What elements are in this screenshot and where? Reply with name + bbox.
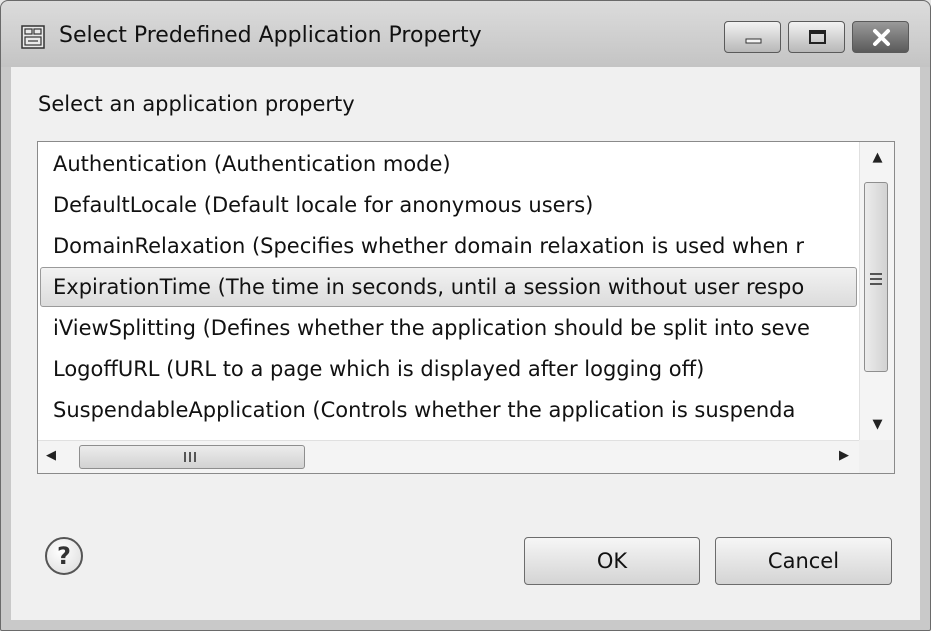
grip-line	[870, 278, 882, 280]
grip-line	[189, 452, 191, 462]
dialog-prompt: Select an application property	[38, 92, 355, 116]
list-item[interactable]: Authentication (Authentication mode)	[40, 144, 857, 184]
list-item-selected[interactable]: ExpirationTime (The time in seconds, unt…	[40, 267, 857, 307]
minimize-icon	[745, 38, 762, 44]
close-icon	[873, 29, 890, 46]
ok-button[interactable]: OK	[524, 537, 700, 585]
vertical-scrollbar[interactable]: ▲ ▼	[859, 142, 894, 440]
close-button[interactable]	[852, 21, 909, 53]
title-bar[interactable]: Select Predefined Application Property	[1, 1, 930, 67]
help-icon[interactable]: ?	[45, 537, 83, 575]
list-item[interactable]: LogoffURL (URL to a page which is displa…	[40, 349, 857, 389]
list-item[interactable]: iViewSplitting (Defines whether the appl…	[40, 308, 857, 348]
grip-line	[870, 273, 882, 275]
list-viewport: Authentication (Authentication mode) Def…	[38, 142, 859, 440]
list-item[interactable]: SuspendableApplication (Controls whether…	[40, 390, 857, 430]
window-title: Select Predefined Application Property	[59, 23, 482, 48]
dialog-body: Select an application property Authentic…	[11, 67, 920, 620]
grip-line	[184, 452, 186, 462]
scroll-right-icon[interactable]: ▶	[834, 448, 854, 463]
grip-line	[870, 283, 882, 285]
cancel-button[interactable]: Cancel	[715, 537, 892, 585]
list-item[interactable]: DomainRelaxation (Specifies whether doma…	[40, 226, 857, 266]
dialog-window: Select Predefined Application Property S…	[0, 0, 931, 631]
vertical-scroll-thumb[interactable]	[864, 182, 888, 372]
application-icon	[21, 25, 45, 49]
horizontal-scrollbar[interactable]: ◀ ▶	[38, 440, 859, 473]
list-item[interactable]: DefaultLocale (Default locale for anonym…	[40, 185, 857, 225]
minimize-button[interactable]	[724, 21, 781, 53]
horizontal-scroll-thumb[interactable]	[79, 445, 305, 469]
grip-line	[194, 452, 196, 462]
scrollbar-corner	[859, 440, 894, 473]
scroll-left-icon[interactable]: ◀	[41, 448, 61, 463]
property-list[interactable]: Authentication (Authentication mode) Def…	[37, 141, 895, 474]
maximize-button[interactable]	[788, 21, 845, 53]
scroll-up-icon[interactable]: ▲	[860, 150, 894, 165]
maximize-icon	[809, 30, 826, 44]
scroll-down-icon[interactable]: ▼	[860, 417, 894, 432]
